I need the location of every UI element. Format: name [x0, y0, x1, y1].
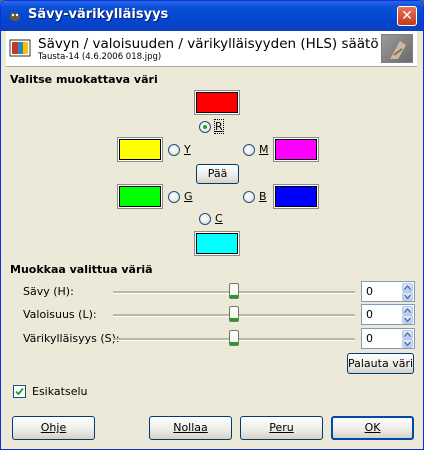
master-button[interactable]: Pää: [196, 164, 239, 184]
saturation-slider-thumb[interactable]: [229, 330, 239, 346]
close-button[interactable]: ✕: [397, 6, 417, 26]
header-title: Sävyn / valoisuuden / värikylläisyyden (…: [38, 36, 379, 52]
swatch-red[interactable]: [196, 92, 238, 113]
saturation-spinbox[interactable]: 0: [361, 328, 415, 349]
radio-yellow-indicator[interactable]: [168, 144, 180, 156]
swatch-green-frame[interactable]: [117, 184, 163, 209]
saturation-decrement-button[interactable]: [402, 339, 413, 348]
swatch-yellow[interactable]: [119, 139, 161, 160]
lightness-spinbox[interactable]: 0: [361, 304, 415, 325]
help-button-label: Ohje: [40, 421, 67, 434]
image-thumbnail: [381, 34, 413, 63]
reset-color-button[interactable]: Palauta väri: [347, 353, 414, 374]
gimp-app-icon: [10, 11, 20, 21]
swatch-cyan-frame[interactable]: [194, 231, 240, 256]
radio-red-label: R: [214, 119, 224, 134]
thumbnail-image: [390, 41, 406, 59]
radio-blue-indicator[interactable]: [243, 191, 255, 203]
swatch-magenta[interactable]: [275, 139, 317, 160]
radio-red-indicator[interactable]: [199, 121, 211, 133]
ok-button[interactable]: OK: [331, 416, 414, 440]
cancel-button-label: Peru: [269, 421, 294, 434]
saturation-label: Värikylläisyys (S):: [23, 332, 120, 345]
checkmark-icon: [15, 387, 24, 396]
radio-blue-label: B: [259, 190, 267, 203]
radio-cyan-indicator[interactable]: [199, 213, 211, 225]
arrow-up-icon: [404, 332, 411, 337]
hue-saturation-icon: [9, 39, 31, 57]
reset-button-label: Nollaa: [173, 421, 208, 434]
hue-spinbox[interactable]: 0: [361, 281, 415, 302]
arrow-down-icon: [404, 341, 411, 346]
lightness-value[interactable]: 0: [366, 308, 373, 321]
cancel-button[interactable]: Peru: [240, 416, 323, 440]
swatch-blue[interactable]: [275, 186, 317, 207]
radio-green-label: G: [184, 190, 193, 203]
reset-button[interactable]: Nollaa: [149, 416, 232, 440]
lightness-slider-thumb[interactable]: [229, 306, 239, 322]
radio-magenta-indicator[interactable]: [243, 144, 255, 156]
hue-label: Sävy (H):: [23, 285, 74, 298]
window-title: Sävy-värikylläisyys: [28, 7, 169, 22]
arrow-down-icon: [404, 294, 411, 299]
title-bar[interactable]: Sävy-värikylläisyys ✕: [1, 1, 423, 31]
preview-checkbox[interactable]: [13, 385, 26, 398]
swatch-cyan[interactable]: [196, 233, 238, 254]
radio-green-indicator[interactable]: [168, 191, 180, 203]
adjust-color-title: Muokkaa valittua väriä: [10, 263, 153, 276]
dialog-header: Sävyn / valoisuuden / värikylläisyyden (…: [6, 31, 417, 67]
header-subtitle: Tausta-14 (4.6.2006 018.jpg): [38, 52, 162, 62]
swatch-blue-frame[interactable]: [273, 184, 319, 209]
radio-cyan-label: C: [215, 212, 223, 225]
dialog-window: Sävy-värikylläisyys ✕ Sävyn / valoisuude…: [0, 0, 424, 450]
lightness-label: Valoisuus (L):: [23, 308, 97, 321]
hue-increment-button[interactable]: [402, 283, 413, 292]
swatch-red-frame[interactable]: [194, 90, 240, 115]
hue-slider-thumb[interactable]: [229, 283, 239, 299]
lightness-decrement-button[interactable]: [402, 315, 413, 324]
preview-label[interactable]: Esikatselu: [32, 385, 88, 398]
arrow-down-icon: [404, 317, 411, 322]
hue-decrement-button[interactable]: [402, 292, 413, 301]
select-color-title: Valitse muokattava väri: [10, 73, 158, 86]
swatch-magenta-frame[interactable]: [273, 137, 319, 162]
lightness-increment-button[interactable]: [402, 306, 413, 315]
hue-value[interactable]: 0: [366, 285, 373, 298]
saturation-value[interactable]: 0: [366, 332, 373, 345]
arrow-up-icon: [404, 308, 411, 313]
close-icon: ✕: [401, 8, 413, 24]
swatch-green[interactable]: [119, 186, 161, 207]
swatch-yellow-frame[interactable]: [117, 137, 163, 162]
ok-button-label: OK: [364, 421, 381, 434]
radio-magenta-label: M: [259, 143, 269, 156]
saturation-increment-button[interactable]: [402, 330, 413, 339]
radio-yellow-label: Y: [184, 143, 191, 156]
help-button[interactable]: Ohje: [12, 416, 95, 440]
arrow-up-icon: [404, 285, 411, 290]
